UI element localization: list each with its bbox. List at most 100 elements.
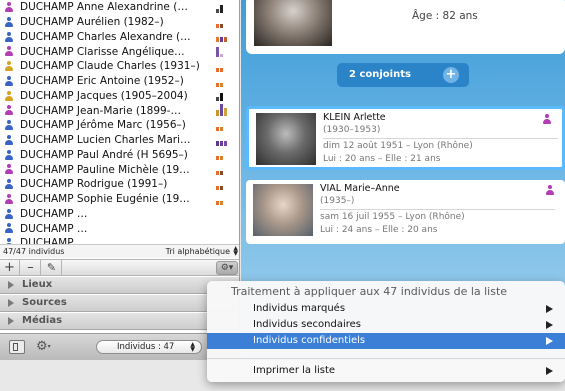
spouse-card[interactable]: KLEIN Arlette (1930–1953) dim 12 août 19… (246, 106, 565, 170)
menu-item-individus-confidentiels[interactable]: Individus confidentiels (207, 333, 565, 349)
person-row[interactable]: DUCHAMP Clarisse Angélique… (0, 44, 239, 59)
person-name: DUCHAMP Claude Charles (1931–) (20, 60, 200, 73)
person-photo[interactable] (254, 0, 332, 46)
activity-bar (216, 171, 219, 175)
menu-separator (207, 358, 565, 359)
add-person-button[interactable]: + (0, 260, 20, 276)
unknown-person-icon (4, 61, 14, 72)
conjoints-label: 2 conjoints (349, 69, 411, 80)
activity-bars-icon (216, 47, 223, 57)
activity-bar (216, 126, 219, 131)
person-row[interactable]: DUCHAMP Eric Antoine (1952–) (0, 74, 239, 89)
person-name: DUCHAMP … (20, 237, 88, 244)
activity-bar (224, 108, 227, 116)
person-row[interactable]: DUCHAMP Charles Alexandre (… (0, 30, 239, 45)
person-name: DUCHAMP Lucien Charles Mari… (20, 134, 191, 147)
add-spouse-button[interactable]: + (443, 67, 459, 83)
left-panel: DUCHAMP Anne Alexandrine (… DUCHAMP Aurél… (0, 0, 240, 360)
age-label: Âge : 82 ans (412, 10, 478, 22)
sort-select[interactable]: Tri alphabétique (166, 247, 230, 256)
divider (320, 209, 555, 210)
conjoints-header: 2 conjoints + (337, 63, 469, 87)
activity-bar (220, 171, 223, 175)
person-row[interactable]: DUCHAMP … (0, 221, 239, 236)
person-name: DUCHAMP Jérôme Marc (1956–) (20, 119, 186, 132)
activity-bar (220, 82, 223, 87)
person-card: Âge : 82 ans (246, 0, 565, 54)
activity-bar (216, 140, 219, 146)
list-toolbar: + – ✎ ⚙▾ (0, 259, 239, 276)
activity-bars-icon (216, 67, 223, 72)
person-row[interactable]: DUCHAMP … (0, 236, 239, 244)
person-name: DUCHAMP Aurélien (1982–) (20, 16, 164, 29)
marriage-ages: Lui : 20 ans – Elle : 21 ans (323, 154, 441, 164)
spouse-photo (253, 184, 313, 236)
menu-item-individus-marques[interactable]: Individus marqués (207, 301, 565, 317)
person-name: DUCHAMP Sophie Eugénie (19… (20, 193, 190, 206)
person-row[interactable]: DUCHAMP Aurélien (1982–) (0, 15, 239, 30)
section-medias[interactable]: Médias (0, 313, 239, 330)
spouse-name: VIAL Marie–Anne (320, 183, 400, 194)
person-row[interactable]: DUCHAMP Claude Charles (1931–) (0, 59, 239, 74)
section-lieux[interactable]: Lieux (0, 277, 239, 294)
activity-bars-icon (216, 185, 223, 190)
section-label: Sources (22, 297, 67, 308)
activity-bar (216, 37, 219, 43)
person-row[interactable]: DUCHAMP Jacques (1905–2004) (0, 89, 239, 104)
marriage-event: dim 12 août 1951 – Lyon (Rhône) (323, 141, 473, 151)
marriage-event: sam 16 juil 1955 – Lyon (Rhône) (320, 212, 465, 222)
male-person-icon (4, 134, 14, 146)
person-row[interactable]: DUCHAMP Lucien Charles Mari… (0, 133, 239, 148)
activity-bar (216, 200, 219, 205)
person-list[interactable]: DUCHAMP Anne Alexandrine (… DUCHAMP Aurél… (0, 0, 239, 244)
person-row[interactable]: DUCHAMP Paul André (H 5695–) (0, 148, 239, 163)
activity-bar (216, 97, 219, 102)
person-name: DUCHAMP … (20, 207, 88, 220)
person-name: DUCHAMP Paul André (H 5695–) (20, 148, 188, 161)
menu-item-imprimer-la-liste[interactable]: Imprimer la liste (207, 363, 565, 379)
person-row[interactable]: DUCHAMP … (0, 207, 239, 222)
person-row[interactable]: DUCHAMP Sophie Eugénie (19… (0, 192, 239, 207)
submenu-arrow-icon (546, 321, 553, 329)
section-label: Lieux (22, 279, 53, 290)
female-person-icon (4, 164, 14, 175)
activity-bar (224, 37, 227, 43)
sidebar-toggle-icon[interactable] (9, 340, 25, 354)
list-footer: 47/47 individus Tri alphabétique ▲ ▼ (0, 244, 239, 258)
activity-bar (220, 185, 223, 190)
activity-bar (216, 8, 219, 13)
person-row[interactable]: DUCHAMP Anne Alexandrine (… (0, 0, 239, 15)
person-row[interactable]: DUCHAMP Rodrigue (1991–) (0, 177, 239, 192)
submenu-arrow-icon (546, 337, 553, 345)
activity-bar (216, 23, 219, 28)
gear-context-menu: Traitement à appliquer aux 47 individus … (207, 281, 565, 382)
sort-arrows-icon[interactable]: ▲ ▼ (233, 246, 238, 257)
person-row[interactable]: DUCHAMP Jean-Marie (1899-… (0, 103, 239, 118)
person-row[interactable]: DUCHAMP Pauline Michèle (19… (0, 162, 239, 177)
submenu-arrow-icon (546, 305, 553, 313)
gear-menu-button[interactable]: ⚙▾ (216, 261, 238, 275)
male-person-icon (4, 75, 14, 87)
activity-bar (220, 140, 223, 146)
disclosure-triangle-icon (8, 299, 14, 307)
edit-pencil-icon[interactable]: ✎ (42, 260, 62, 276)
activity-bar (220, 37, 223, 43)
section-sources[interactable]: Sources (0, 295, 239, 312)
activity-bar (216, 82, 219, 87)
person-row[interactable]: DUCHAMP Jérôme Marc (1956–) (0, 118, 239, 133)
individus-filter-select[interactable]: Individus : 47 ▲ ▼ (96, 340, 202, 354)
menu-item-label: Individus marqués (253, 303, 346, 314)
remove-person-button[interactable]: – (21, 260, 41, 276)
gear-icon[interactable]: ⚙▾ (36, 339, 51, 354)
spouse-photo (256, 113, 316, 165)
activity-bar (216, 47, 219, 57)
menu-item-individus-secondaires[interactable]: Individus secondaires (207, 317, 565, 333)
person-name: DUCHAMP Anne Alexandrine (… (20, 1, 188, 14)
spouse-card[interactable]: VIAL Marie–Anne (1935–) sam 16 juil 1955… (246, 180, 565, 244)
spouse-years: (1935–) (320, 196, 355, 206)
female-person-icon (4, 105, 14, 116)
male-person-icon (4, 179, 14, 190)
menu-item-label: Imprimer la liste (253, 365, 336, 376)
menu-item-label: Individus secondaires (253, 319, 362, 330)
spouse-name: KLEIN Arlette (323, 112, 386, 123)
